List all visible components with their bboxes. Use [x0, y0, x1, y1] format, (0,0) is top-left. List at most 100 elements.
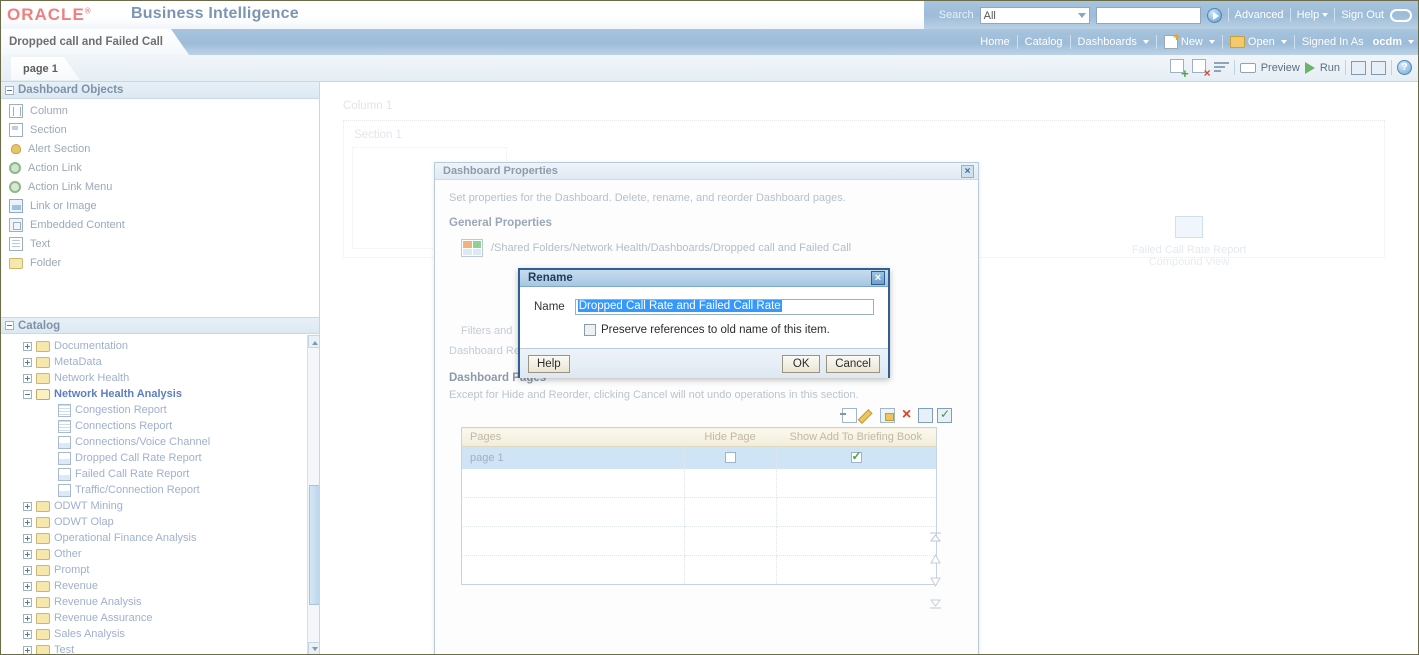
help-icon[interactable]: ?	[1397, 60, 1412, 75]
dashboard-object-alert-section[interactable]: Alert Section	[1, 139, 319, 158]
expand-icon[interactable]	[23, 598, 32, 607]
nav-new[interactable]: New	[1164, 35, 1215, 49]
catalog-node-revenue[interactable]: Revenue	[1, 578, 306, 594]
scroll-down-icon[interactable]	[308, 642, 320, 655]
user-avatar-icon[interactable]	[1390, 9, 1412, 22]
page-permissions-icon[interactable]	[880, 408, 895, 423]
move-to-top-icon[interactable]	[929, 532, 942, 543]
run-button[interactable]: Run	[1320, 62, 1340, 74]
expand-icon[interactable]	[23, 646, 32, 655]
signed-in-as[interactable]: Signed In As ocdm	[1302, 36, 1414, 48]
close-icon[interactable]: ×	[871, 271, 885, 285]
help-button[interactable]: Help	[528, 355, 570, 373]
catalog-node-metadata[interactable]: MetaData	[1, 354, 306, 370]
scrollbar-thumb[interactable]	[309, 485, 320, 605]
expand-icon[interactable]	[23, 358, 32, 367]
add-page-icon[interactable]: +	[1170, 59, 1187, 76]
preview-button[interactable]: Preview	[1261, 62, 1300, 74]
delete-page-icon[interactable]: ×	[1192, 59, 1209, 76]
catalog-node-other[interactable]: Other	[1, 546, 306, 562]
dashboard-object-column[interactable]: Column	[1, 101, 319, 120]
expand-icon[interactable]	[23, 630, 32, 639]
scroll-up-icon[interactable]	[308, 335, 320, 348]
catalog-node-operational-finance-analysis[interactable]: Operational Finance Analysis	[1, 530, 306, 546]
expand-icon[interactable]	[23, 550, 32, 559]
move-down-icon[interactable]	[929, 576, 942, 587]
catalog-node-sales-analysis[interactable]: Sales Analysis	[1, 626, 306, 642]
catalog-node-network-health[interactable]: Network Health	[1, 370, 306, 386]
ok-button[interactable]: OK	[782, 355, 820, 373]
catalog-node-dropped-call-rate-report[interactable]: Dropped Call Rate Report	[1, 450, 306, 466]
advanced-link[interactable]: Advanced	[1235, 9, 1284, 21]
catalog-node-documentation[interactable]: Documentation	[1, 338, 306, 354]
catalog-node-odwt-mining[interactable]: ODWT Mining	[1, 498, 306, 514]
catalog-node-network-health-analysis[interactable]: Network Health Analysis	[1, 386, 306, 402]
dashboard-object-section[interactable]: Section	[1, 120, 319, 139]
tab-page-1[interactable]: page 1	[11, 57, 80, 80]
new-page-icon[interactable]	[842, 408, 857, 423]
briefing-book-checkbox[interactable]	[851, 452, 862, 463]
name-input[interactable]: Dropped Call Rate and Failed Call Rate	[575, 299, 874, 315]
dashboard-object-folder[interactable]: Folder	[1, 253, 319, 272]
sign-out-link[interactable]: Sign Out	[1341, 9, 1384, 21]
catalog-node-revenue-assurance[interactable]: Revenue Assurance	[1, 610, 306, 626]
catalog-scrollbar[interactable]	[307, 335, 320, 655]
expand-icon[interactable]	[23, 518, 32, 527]
dashboard-name-tab[interactable]: Dropped call and Failed Call	[1, 29, 189, 55]
nav-home[interactable]: Home	[980, 36, 1009, 48]
cancel-button[interactable]: Cancel	[826, 355, 880, 373]
save-icon[interactable]	[1351, 61, 1366, 75]
dashboard-object-action-link-menu[interactable]: Action Link Menu	[1, 177, 319, 196]
catalog-node-connections-report[interactable]: Connections Report	[1, 418, 306, 434]
expand-icon[interactable]	[23, 534, 32, 543]
expand-icon[interactable]	[23, 614, 32, 623]
preserve-references-row[interactable]: Preserve references to old name of this …	[584, 324, 874, 336]
dashboard-object-label: Folder	[30, 257, 61, 269]
table-row[interactable]: page 1	[462, 447, 937, 469]
dashboard-object-link-or-image[interactable]: Link or Image	[1, 196, 319, 215]
expand-icon[interactable]	[23, 582, 32, 591]
catalog-node-traffic-connection-report[interactable]: Traffic/Connection Report	[1, 482, 306, 498]
delete-page-icon[interactable]: ×	[899, 408, 914, 423]
expand-icon[interactable]	[23, 502, 32, 511]
search-scope-select[interactable]: All	[980, 7, 1090, 24]
help-menu[interactable]: Help	[1297, 9, 1329, 21]
move-up-icon[interactable]	[929, 554, 942, 565]
preserve-references-checkbox[interactable]	[584, 324, 596, 336]
page-options-icon[interactable]	[1214, 62, 1229, 74]
catalog-node-label: Connections Report	[75, 420, 172, 432]
catalog-node-test[interactable]: Test	[1, 642, 306, 655]
dashboard-object-text[interactable]: Text	[1, 234, 319, 253]
nav-open[interactable]: Open	[1230, 36, 1287, 48]
nav-catalog[interactable]: Catalog	[1025, 36, 1063, 48]
catalog-node-connections-voice-channel[interactable]: Connections/Voice Channel	[1, 434, 306, 450]
rename-page-icon[interactable]	[861, 408, 876, 423]
catalog-node-failed-call-rate-report[interactable]: Failed Call Rate Report	[1, 466, 306, 482]
close-icon[interactable]: ×	[961, 165, 974, 178]
search-input[interactable]	[1096, 7, 1201, 24]
collapse-icon[interactable]	[5, 86, 14, 95]
preview-icon[interactable]	[1240, 63, 1256, 73]
page-report-links-icon[interactable]	[937, 408, 952, 423]
expand-icon[interactable]	[23, 374, 32, 383]
nav-dashboards[interactable]: Dashboards	[1078, 36, 1149, 48]
hide-page-checkbox[interactable]	[725, 452, 736, 463]
catalog-node-revenue-analysis[interactable]: Revenue Analysis	[1, 594, 306, 610]
dashboard-object-embedded-content[interactable]: Embedded Content	[1, 215, 319, 234]
expand-icon[interactable]	[23, 566, 32, 575]
move-to-bottom-icon[interactable]	[929, 598, 942, 609]
run-icon[interactable]	[1305, 62, 1315, 74]
dashboard-object-action-link[interactable]: Action Link	[1, 158, 319, 177]
dashboard-objects-header[interactable]: Dashboard Objects	[1, 82, 319, 99]
page-properties-icon[interactable]	[918, 408, 933, 423]
save-as-icon[interactable]	[1371, 61, 1386, 75]
search-go-icon[interactable]	[1207, 8, 1222, 23]
catalog-header[interactable]: Catalog	[1, 317, 320, 334]
catalog-node-odwt-olap[interactable]: ODWT Olap	[1, 514, 306, 530]
collapse-icon[interactable]	[5, 321, 14, 330]
collapse-icon[interactable]	[23, 390, 32, 399]
catalog-node-prompt[interactable]: Prompt	[1, 562, 306, 578]
report-placeholder[interactable]: Failed Call Rate Report Compound View	[1104, 216, 1274, 268]
catalog-node-congestion-report[interactable]: Congestion Report	[1, 402, 306, 418]
expand-icon[interactable]	[23, 342, 32, 351]
